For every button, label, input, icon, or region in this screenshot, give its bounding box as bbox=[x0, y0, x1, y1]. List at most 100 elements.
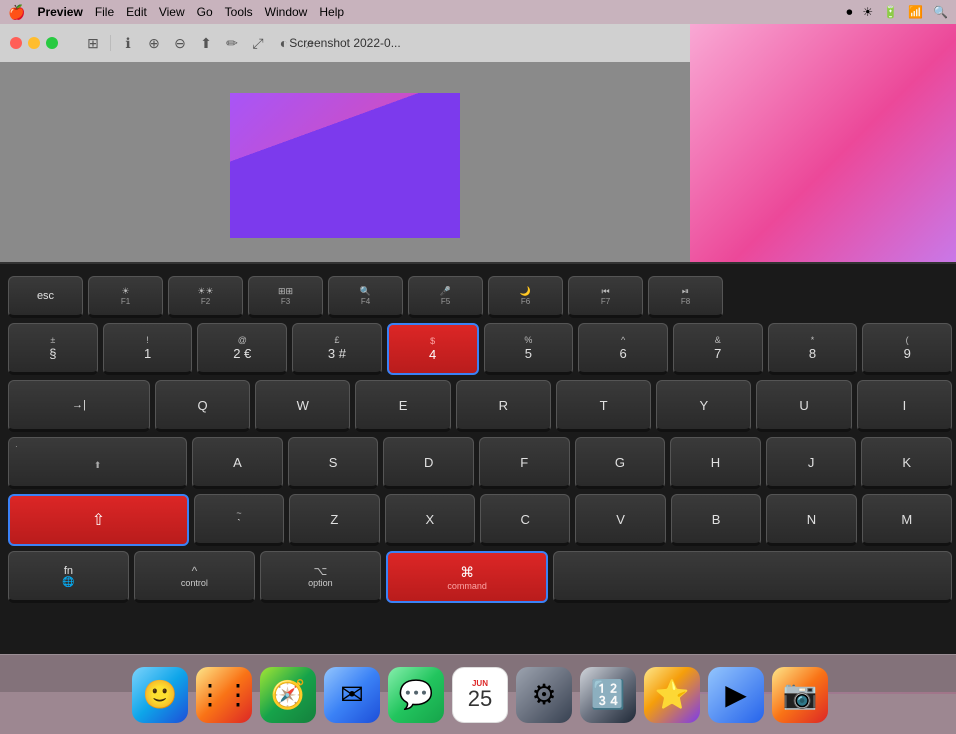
f4-key[interactable]: 🔍 F4 bbox=[328, 276, 403, 318]
dock-mail[interactable]: ✉ bbox=[324, 667, 380, 723]
command-key[interactable]: ⌘ command bbox=[386, 551, 549, 603]
key-2[interactable]: @ 2 € bbox=[197, 323, 287, 375]
key-3[interactable]: £ 3 # bbox=[292, 323, 382, 375]
control-symbol: ^ bbox=[192, 564, 198, 578]
key-r[interactable]: R bbox=[456, 380, 551, 432]
dock-safari[interactable]: 🧭 bbox=[260, 667, 316, 723]
key-s[interactable]: S bbox=[288, 437, 379, 489]
key-q[interactable]: Q bbox=[155, 380, 250, 432]
key-7[interactable]: & 7 bbox=[673, 323, 763, 375]
fn-key-bottom[interactable]: fn 🌐 bbox=[8, 551, 129, 603]
key-e[interactable]: E bbox=[355, 380, 450, 432]
qwerty-key-row: →| Q W E R T Y U I bbox=[8, 380, 952, 432]
key-x[interactable]: X bbox=[385, 494, 475, 546]
mail-icon: ✉ bbox=[340, 678, 363, 711]
option-key[interactable]: ⌥ option bbox=[260, 551, 381, 603]
zoom-in-icon[interactable]: ⊕ bbox=[145, 34, 163, 52]
apple-logo[interactable]: 🍎 bbox=[8, 4, 25, 21]
key-9-main: 9 bbox=[904, 346, 911, 361]
dock-calculator[interactable]: 🔢 bbox=[580, 667, 636, 723]
close-button[interactable] bbox=[10, 37, 22, 49]
menubar-right: ⏺ ☀ 🔋 📶 🔍 bbox=[846, 5, 948, 20]
key-a[interactable]: A bbox=[192, 437, 283, 489]
f3-key[interactable]: ⊞⊞ F3 bbox=[248, 276, 323, 318]
f6-key[interactable]: 🌙 F6 bbox=[488, 276, 563, 318]
key-backtick[interactable]: ~ ˋ bbox=[194, 494, 284, 546]
menu-tools[interactable]: Tools bbox=[225, 5, 253, 19]
menu-window[interactable]: Window bbox=[265, 5, 308, 19]
dock-preview[interactable]: 📷 bbox=[772, 667, 828, 723]
key-g[interactable]: G bbox=[575, 437, 666, 489]
search-icon[interactable]: 🔍 bbox=[933, 5, 948, 19]
key-1[interactable]: ! 1 bbox=[103, 323, 193, 375]
key-k[interactable]: K bbox=[861, 437, 952, 489]
key-6[interactable]: ^ 6 bbox=[578, 323, 668, 375]
key-4[interactable]: $ 4 bbox=[387, 323, 479, 375]
maximize-button[interactable] bbox=[46, 37, 58, 49]
g-label: G bbox=[615, 455, 625, 470]
key-v[interactable]: V bbox=[575, 494, 665, 546]
menubar: 🍎 Preview File Edit View Go Tools Window… bbox=[0, 0, 956, 24]
key-f[interactable]: F bbox=[479, 437, 570, 489]
tab-key[interactable]: →| bbox=[8, 380, 150, 432]
dock: 🙂 ⋮⋮ 🧭 ✉ 💬 JUN 25 ⚙ 🔢 ⭐ ▶ 📷 bbox=[0, 654, 956, 734]
menu-preview[interactable]: Preview bbox=[37, 5, 82, 19]
key-d[interactable]: D bbox=[383, 437, 474, 489]
dock-finder[interactable]: 🙂 bbox=[132, 667, 188, 723]
key-4-main: 4 bbox=[429, 347, 436, 362]
share-icon[interactable]: ⬆ bbox=[197, 34, 215, 52]
zoom-out-icon[interactable]: ⊖ bbox=[171, 34, 189, 52]
dock-launchpad[interactable]: ⋮⋮ bbox=[196, 667, 252, 723]
f5-key[interactable]: 🎤 F5 bbox=[408, 276, 483, 318]
wifi-icon: 📶 bbox=[908, 5, 923, 19]
f7-key[interactable]: ⏮ F7 bbox=[568, 276, 643, 318]
u-label: U bbox=[799, 398, 808, 413]
key-z[interactable]: Z bbox=[289, 494, 379, 546]
dock-imovie[interactable]: ⭐ bbox=[644, 667, 700, 723]
c-label: C bbox=[521, 512, 530, 527]
key-b[interactable]: B bbox=[671, 494, 761, 546]
f1-key[interactable]: ☀ F1 bbox=[88, 276, 163, 318]
dock-settings[interactable]: ⚙ bbox=[516, 667, 572, 723]
minimize-button[interactable] bbox=[28, 37, 40, 49]
key-j[interactable]: J bbox=[766, 437, 857, 489]
key-8[interactable]: * 8 bbox=[768, 323, 858, 375]
control-key[interactable]: ^ control bbox=[134, 551, 255, 603]
key-m[interactable]: M bbox=[862, 494, 952, 546]
settings-icon: ⚙ bbox=[531, 678, 556, 711]
caps-lock-key[interactable]: · ⬆ bbox=[8, 437, 187, 489]
key-5[interactable]: % 5 bbox=[484, 323, 574, 375]
key-t[interactable]: T bbox=[556, 380, 651, 432]
esc-key[interactable]: esc bbox=[8, 276, 83, 318]
menu-file[interactable]: File bbox=[95, 5, 114, 19]
f2-key[interactable]: ☀☀ F2 bbox=[168, 276, 243, 318]
key-y[interactable]: Y bbox=[656, 380, 751, 432]
key-u[interactable]: U bbox=[756, 380, 851, 432]
a-label: A bbox=[233, 455, 242, 470]
menu-go[interactable]: Go bbox=[197, 5, 213, 19]
f6-icon: 🌙 bbox=[520, 286, 531, 297]
menu-help[interactable]: Help bbox=[319, 5, 344, 19]
v-label: V bbox=[616, 512, 625, 527]
menu-edit[interactable]: Edit bbox=[126, 5, 147, 19]
key-c[interactable]: C bbox=[480, 494, 570, 546]
f8-key[interactable]: ⏯ F8 bbox=[648, 276, 723, 318]
key-h[interactable]: H bbox=[670, 437, 761, 489]
markup-icon[interactable]: ✏ bbox=[223, 34, 241, 52]
section-top: ± bbox=[50, 335, 55, 346]
info-icon[interactable]: ℹ bbox=[119, 34, 137, 52]
section-key[interactable]: ± § bbox=[8, 323, 98, 375]
dock-messages[interactable]: 💬 bbox=[388, 667, 444, 723]
key-n[interactable]: N bbox=[766, 494, 856, 546]
left-shift-key[interactable]: ⇧ bbox=[8, 494, 189, 546]
dock-quicktime[interactable]: ▶ bbox=[708, 667, 764, 723]
key-9[interactable]: ( 9 bbox=[862, 323, 952, 375]
space-key[interactable] bbox=[553, 551, 952, 603]
sidebar-toggle-icon[interactable]: ⊞ bbox=[84, 34, 102, 52]
menu-view[interactable]: View bbox=[159, 5, 185, 19]
crop-icon[interactable]: ⤢ bbox=[249, 34, 267, 52]
key-w[interactable]: W bbox=[255, 380, 350, 432]
key-i[interactable]: I bbox=[857, 380, 952, 432]
calculator-icon: 🔢 bbox=[591, 678, 626, 711]
dock-calendar[interactable]: JUN 25 bbox=[452, 667, 508, 723]
